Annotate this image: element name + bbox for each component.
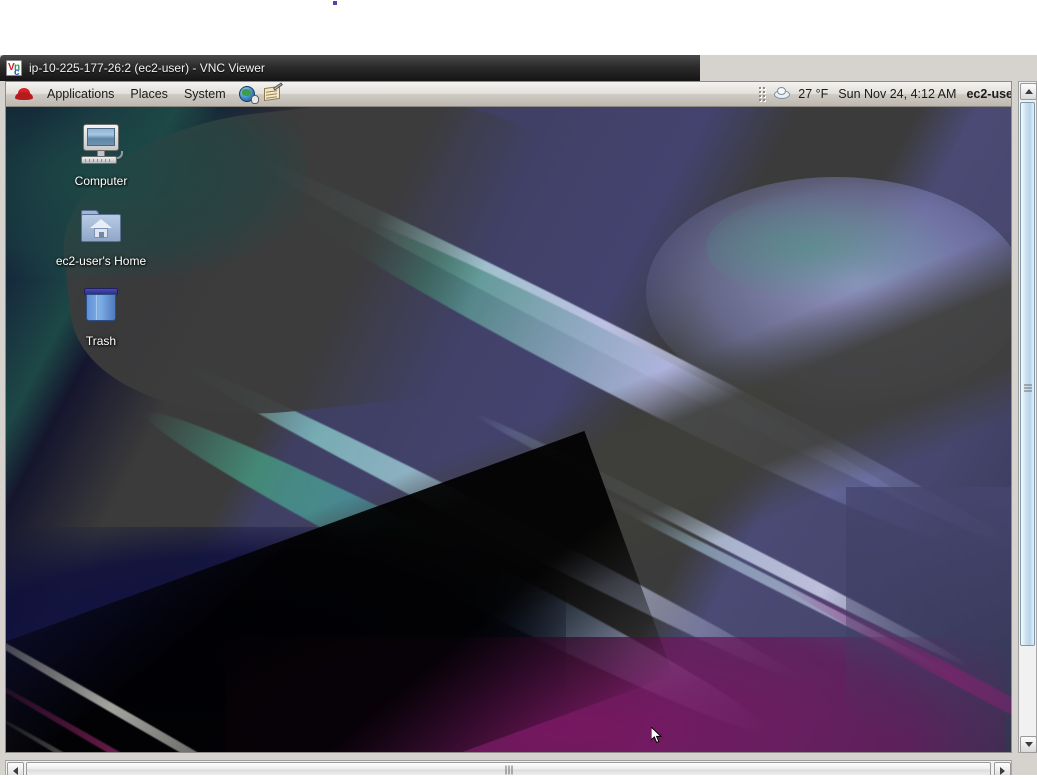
vnc-titlebar[interactable]: V n c ip-10-225-177-26:2 (ec2-user) - VN… <box>0 55 700 81</box>
wallpaper-streak <box>174 352 810 693</box>
chevron-left-icon <box>13 766 18 775</box>
trash-icon <box>77 282 125 330</box>
panel-right-group: 27 °F Sun Nov 24, 4:12 AM ec2-use <box>758 82 1011 106</box>
scrollbar-grip <box>505 765 512 774</box>
wallpaper-streak <box>469 407 975 674</box>
page-speck <box>333 1 337 5</box>
scrollbar-grip <box>1023 384 1032 392</box>
computer-icon <box>77 122 125 170</box>
wallpaper-streak <box>778 577 1011 752</box>
wallpaper-shape <box>646 177 1011 407</box>
wallpaper-streak <box>521 452 972 688</box>
wallpaper-streak <box>6 607 362 752</box>
page-root: New Tab × AWS Console × Tutorial × Insta… <box>0 0 1037 779</box>
gnome-top-panel: Applications Places System 27 °F Sun Nov… <box>6 82 1011 107</box>
desktop-icon-label: Trash <box>85 334 117 348</box>
desktop-icon-trash[interactable]: Trash <box>46 282 156 350</box>
chevron-up-icon <box>1024 89 1033 94</box>
desktop-icon-label: Computer <box>74 174 128 188</box>
wallpaper-shape <box>6 527 566 752</box>
wallpaper-shape <box>706 192 956 302</box>
vnc-logo-c: c <box>14 67 20 78</box>
menu-applications[interactable]: Applications <box>39 84 122 105</box>
wallpaper-base <box>6 107 1011 752</box>
vnc-logo-icon: V n c <box>6 60 22 78</box>
wallpaper-streak <box>247 145 1011 563</box>
weather-cloud-icon <box>774 86 791 103</box>
chevron-right-icon <box>1000 766 1005 775</box>
chevron-down-icon <box>1024 742 1033 747</box>
scroll-up-button[interactable] <box>1020 83 1037 100</box>
home-folder-icon <box>77 202 125 250</box>
wallpaper-streak <box>6 663 417 752</box>
user-menu[interactable]: ec2-use <box>961 87 1011 102</box>
gnome-desktop[interactable]: Computer ec2-user's Home Trash <box>6 107 1011 752</box>
desktop-icon-home[interactable]: ec2-user's Home <box>46 202 156 270</box>
wallpaper-streak <box>134 392 780 752</box>
menu-system[interactable]: System <box>176 84 234 105</box>
vnc-window-title: ip-10-225-177-26:2 (ec2-user) - VNC View… <box>29 61 265 75</box>
vertical-scrollbar-thumb[interactable] <box>1020 102 1035 646</box>
vnc-framebuffer[interactable]: Applications Places System 27 °F Sun Nov… <box>5 81 1012 753</box>
panel-left-group: Applications Places System <box>6 82 284 106</box>
mouse-cursor-icon <box>651 727 663 744</box>
desktop-icon-label: ec2-user's Home <box>55 254 147 268</box>
scroll-down-button[interactable] <box>1020 736 1037 753</box>
desktop-icon-computer[interactable]: Computer <box>46 122 156 190</box>
wallpaper-shape <box>6 151 1011 752</box>
wallpaper-streak <box>6 707 350 752</box>
wallpaper-streak <box>281 177 966 562</box>
globe-icon[interactable] <box>237 83 259 105</box>
page-bottom-strip <box>0 775 1037 779</box>
menu-places[interactable]: Places <box>122 84 176 105</box>
text-editor-icon[interactable] <box>262 82 284 105</box>
wallpaper-shape <box>6 430 674 752</box>
wallpaper-shape <box>226 637 1006 752</box>
clock-applet[interactable]: Sun Nov 24, 4:12 AM <box>833 87 961 102</box>
wallpaper-shape <box>846 487 1011 752</box>
vertical-scrollbar[interactable] <box>1018 81 1037 753</box>
vnc-viewer-window: V n c ip-10-225-177-26:2 (ec2-user) - VN… <box>0 55 1037 779</box>
weather-temperature[interactable]: 27 °F <box>793 87 833 102</box>
panel-drag-handle[interactable] <box>758 86 767 102</box>
redhat-logo-icon <box>14 85 34 103</box>
